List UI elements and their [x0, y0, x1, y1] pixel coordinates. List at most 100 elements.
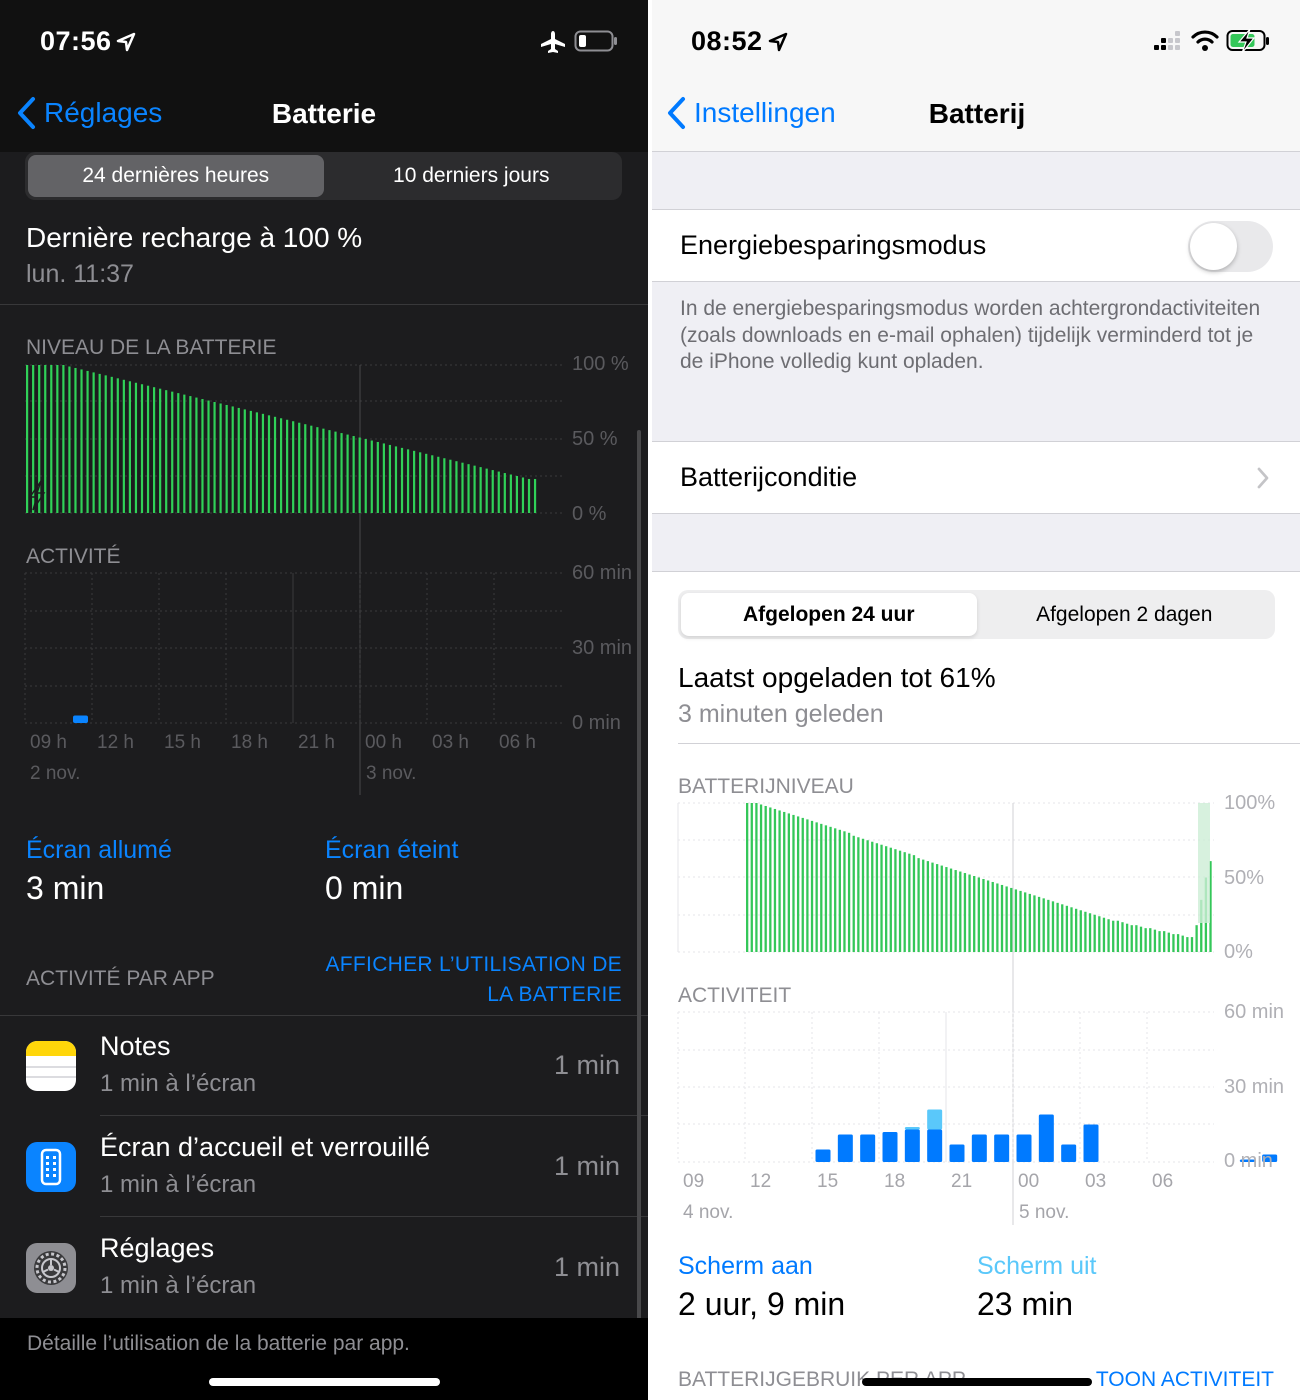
- battery-bar: [219, 403, 222, 513]
- battery-bar: [746, 803, 749, 952]
- battery-bar: [1033, 895, 1036, 952]
- screen-on-label[interactable]: Écran allumé: [26, 836, 172, 865]
- battery-bar: [894, 849, 897, 952]
- battery-bar: [871, 841, 874, 952]
- battery-bar: [310, 425, 313, 513]
- battery-bar: [152, 387, 156, 513]
- battery-bar: [1158, 931, 1161, 952]
- xtick-label: 09 h: [30, 732, 67, 753]
- activity-bar-screen-off: [904, 1127, 920, 1130]
- battery-bar: [243, 409, 246, 513]
- screen-off-label[interactable]: Écran éteint: [325, 836, 458, 865]
- battery-bar: [1079, 910, 1082, 952]
- show-battery-usage-link[interactable]: AFFICHER L’UTILISATION DE LA BATTERIE: [322, 950, 622, 1010]
- screen-off-label[interactable]: Scherm uit: [977, 1252, 1096, 1281]
- battery-bar: [908, 853, 911, 952]
- xtick-label: 09: [683, 1171, 705, 1192]
- battery-bar: [1195, 925, 1198, 952]
- battery-bar: [759, 804, 763, 952]
- battery-bar: [866, 840, 869, 952]
- notes-icon: [26, 1041, 76, 1091]
- battery-bar: [935, 864, 939, 952]
- battery-bar: [982, 878, 985, 952]
- screen-on-label[interactable]: Scherm aan: [678, 1252, 813, 1281]
- battery-bar: [792, 814, 795, 952]
- battery-bar: [1167, 932, 1170, 952]
- app-row-home-lock[interactable]: Écran d’accueil et verrouillé 1 min à l’…: [0, 1116, 648, 1217]
- battery-bar: [207, 400, 210, 513]
- battery-bar: [44, 365, 47, 513]
- app-activity-section-title: ACTIVITÉ PAR APP: [26, 967, 215, 990]
- battery-bar: [388, 444, 392, 513]
- battery-bar: [1102, 917, 1106, 952]
- battery-bar: [912, 855, 916, 952]
- xtick-label: 12 h: [97, 732, 134, 753]
- battery-bar: [885, 846, 888, 952]
- battery-bar: [521, 477, 525, 513]
- battery-bar: [820, 823, 823, 952]
- battery-bar: [857, 837, 860, 952]
- battery-bar: [255, 412, 258, 513]
- battery-level-chart: [24, 364, 562, 795]
- battery-bar: [509, 474, 512, 513]
- battery-bar: [213, 402, 216, 513]
- app-row-settings[interactable]: Réglages 1 min à l’écran 1 min: [0, 1217, 648, 1318]
- battery-bar: [778, 810, 781, 952]
- battery-bar: [940, 865, 943, 952]
- activity-section-title: ACTIVITEIT: [678, 984, 792, 1007]
- battery-bar: [292, 421, 295, 513]
- date-label-next: 5 nov.: [1019, 1202, 1070, 1223]
- xtick-label: 21: [951, 1171, 973, 1192]
- battery-bar: [340, 433, 343, 513]
- battery-bar: [140, 384, 144, 513]
- battery-level-chart: [677, 802, 1278, 1225]
- footer-bg: [0, 1318, 648, 1400]
- battery-bar: [829, 826, 832, 952]
- battery-bar: [267, 415, 271, 513]
- battery-bar: [1037, 896, 1041, 952]
- battery-bar: [917, 858, 920, 952]
- battery-bar: [491, 470, 494, 513]
- battery-bar: [810, 820, 814, 952]
- battery-bar: [116, 378, 119, 513]
- battery-bar: [92, 372, 95, 513]
- date-label-start: 2 nov.: [30, 763, 81, 784]
- app-onscreen-time: 1 min à l’écran: [100, 1171, 257, 1198]
- battery-bar: [110, 376, 113, 513]
- battery-bar: [922, 859, 925, 952]
- right-screenshot: 08:52 Instellingen Batterij Energiebespa…: [652, 0, 1300, 1400]
- battery-bar: [533, 478, 537, 513]
- scrollbar[interactable]: [637, 430, 641, 1320]
- app-usage-value: 1 min: [553, 1252, 620, 1282]
- battery-bar: [1005, 886, 1008, 952]
- battery-bar: [449, 459, 452, 513]
- battery-bar: [903, 852, 906, 952]
- battery-bar: [875, 843, 879, 952]
- activity-bar-screen-off: [927, 1109, 943, 1130]
- battery-bar: [959, 871, 962, 952]
- battery-bar: [773, 808, 777, 952]
- battery-bar: [1176, 934, 1180, 952]
- app-row-notes[interactable]: Notes 1 min à l’écran 1 min: [0, 1015, 648, 1116]
- home-indicator[interactable]: [209, 1378, 440, 1386]
- battery-bar: [159, 388, 162, 513]
- battery-bar: [74, 367, 77, 513]
- home-indicator[interactable]: [862, 1378, 1092, 1386]
- battery-bar: [249, 410, 252, 513]
- home-lock-screen-icon: [26, 1142, 76, 1192]
- activity-ytick-30: 30 min: [1224, 1076, 1285, 1098]
- battery-bar: [231, 406, 234, 513]
- battery-bar: [370, 440, 373, 513]
- battery-bar: [843, 831, 846, 952]
- xtick-label: 15: [817, 1171, 839, 1192]
- battery-bar: [1024, 892, 1027, 952]
- battery-bar: [973, 876, 976, 952]
- battery-bar: [134, 382, 138, 513]
- battery-bar: [455, 461, 458, 513]
- xtick-label: 12: [750, 1171, 772, 1192]
- battery-bar: [183, 394, 186, 513]
- battery-bar: [1107, 919, 1110, 952]
- activity-bar-screen-on: [882, 1132, 898, 1162]
- battery-bar: [322, 428, 325, 513]
- battery-bar: [461, 462, 464, 513]
